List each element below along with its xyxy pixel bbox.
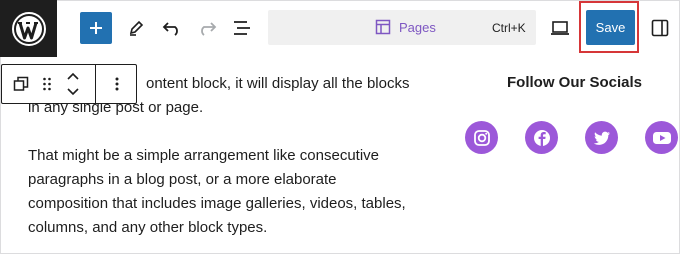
copy-block-icon <box>13 76 29 91</box>
command-palette-bar[interactable]: Pages Ctrl+K <box>268 10 536 45</box>
desktop-icon <box>551 21 569 35</box>
toolbar-divider <box>95 65 96 103</box>
undo-icon <box>162 22 178 36</box>
move-block-buttons[interactable] <box>64 69 82 99</box>
plus-icon <box>90 22 102 34</box>
sidebar-toggle-icon <box>651 19 669 37</box>
editor-toolbar: Pages Ctrl+K Save <box>0 0 680 57</box>
chevron-up-down-icon <box>67 72 79 96</box>
facebook-icon[interactable] <box>525 121 558 154</box>
preview-button[interactable] <box>550 18 570 38</box>
more-vertical-icon <box>115 77 119 91</box>
add-block-button[interactable] <box>80 12 112 44</box>
command-bar-shortcut: Ctrl+K <box>492 21 526 35</box>
pages-icon <box>375 19 391 40</box>
twitter-icon[interactable] <box>585 121 618 154</box>
command-bar-title: Pages <box>399 20 436 35</box>
document-overview-button[interactable] <box>230 16 254 40</box>
redo-button[interactable] <box>195 16 219 40</box>
youtube-icon[interactable] <box>645 121 678 154</box>
edit-tools-button[interactable] <box>126 16 146 40</box>
block-type-button[interactable] <box>12 75 30 93</box>
instagram-icon[interactable] <box>465 121 498 154</box>
save-button[interactable]: Save <box>586 10 635 45</box>
wordpress-logo-icon[interactable] <box>0 0 57 57</box>
redo-icon <box>201 22 217 36</box>
block-toolbar <box>1 64 137 104</box>
settings-sidebar-button[interactable] <box>650 18 670 38</box>
block-options-button[interactable] <box>108 75 126 93</box>
list-view-icon <box>234 21 250 35</box>
follow-heading: Follow Our Socials <box>507 74 643 91</box>
paragraph-block-2[interactable]: That might be a simple arrangement like … <box>28 144 418 240</box>
drag-handle-icon <box>43 77 51 91</box>
undo-button[interactable] <box>160 16 184 40</box>
drag-handle[interactable] <box>40 75 54 93</box>
pencil-icon <box>129 20 144 36</box>
